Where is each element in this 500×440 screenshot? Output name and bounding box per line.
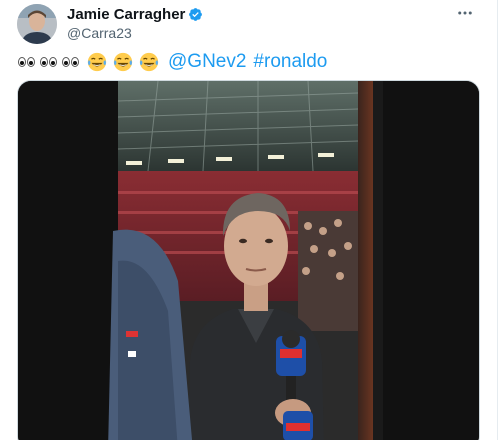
tweet-text: @GNev2 #ronaldo (18, 50, 327, 74)
avatar[interactable] (17, 4, 57, 44)
verified-badge-icon (189, 8, 203, 21)
emoji-group-laughing (86, 51, 160, 73)
avatar-image (17, 4, 57, 44)
tweet-media-video[interactable] (17, 80, 480, 440)
laughing-tears-icon (87, 52, 107, 72)
eyes-icon (40, 57, 57, 67)
mention-link[interactable]: @GNev2 (168, 51, 246, 73)
author-name[interactable]: Jamie Carragher (67, 6, 203, 23)
emoji-group-eyes (18, 57, 82, 67)
author-handle[interactable]: @Carra23 (67, 25, 132, 41)
eyes-icon (62, 57, 79, 67)
laughing-tears-icon (113, 52, 133, 72)
eyes-icon (18, 57, 35, 67)
laughing-tears-icon (139, 52, 159, 72)
video-frame (18, 81, 479, 440)
hashtag-link[interactable]: #ronaldo (253, 51, 327, 73)
more-options-button[interactable] (453, 2, 477, 24)
tweet-card[interactable]: Jamie Carragher @Carra23 @GNev2 #ronaldo (0, 0, 498, 440)
author-name-text: Jamie Carragher (67, 6, 186, 23)
more-horizontal-icon (458, 11, 472, 15)
